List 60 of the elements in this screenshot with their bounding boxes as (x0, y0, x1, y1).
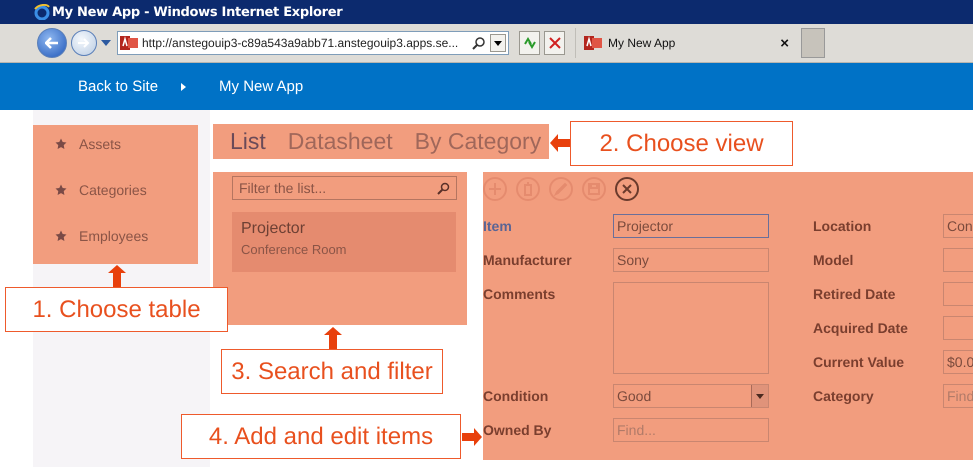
refresh-button[interactable] (519, 31, 540, 55)
stop-icon (548, 37, 560, 49)
input-field[interactable]: Sony (613, 248, 769, 272)
table-link[interactable]: Employees (33, 224, 198, 248)
forward-button[interactable] (71, 30, 97, 56)
right-arrow-icon (462, 428, 482, 446)
app-title-link[interactable]: My New App (219, 78, 304, 95)
address-dropdown-button[interactable] (490, 34, 506, 52)
search-icon[interactable] (472, 36, 486, 50)
callout-label: 4. Add and edit items (181, 414, 461, 459)
back-button[interactable] (37, 28, 67, 58)
browser-logo-icon (34, 4, 50, 20)
input-field[interactable]: Con (943, 214, 973, 238)
star-icon (55, 230, 67, 242)
field-label: Acquired Date (813, 319, 908, 338)
dropdown-icon[interactable] (101, 40, 111, 46)
field-label: Model (813, 251, 854, 270)
condition-dropdown[interactable]: Good (613, 384, 769, 408)
stop-button[interactable] (544, 31, 565, 55)
back-arrow-icon (45, 37, 59, 49)
field-label: Category (813, 387, 874, 406)
app-logo-icon (120, 35, 138, 51)
filter-field[interactable]: Filter the list... (232, 176, 457, 200)
field-label: Comments (483, 285, 556, 304)
forward-arrow-icon (78, 38, 90, 48)
close-button[interactable] (615, 177, 639, 201)
callout-label: 3. Search and filter (221, 349, 443, 394)
field-label: Location (813, 217, 872, 236)
close-icon (620, 182, 634, 196)
new-tab-button[interactable] (801, 28, 825, 58)
caret-icon (494, 40, 502, 46)
app-logo-icon (584, 35, 602, 51)
field-label: Condition (483, 387, 548, 406)
view-tab[interactable]: List (230, 128, 266, 155)
left-arrow-icon (550, 134, 570, 152)
up-arrow-icon (324, 327, 342, 349)
address-bar[interactable]: http://anstegouip3-c89a543a9abb71.anstegouip3.apps.se... (117, 31, 509, 55)
field-label: Item (483, 217, 512, 236)
callout-label: 2. Choose view (570, 121, 793, 166)
input-field[interactable]: Projector (613, 214, 769, 238)
view-tab[interactable]: Datasheet (288, 128, 393, 155)
table-link[interactable]: Assets (33, 132, 198, 156)
up-arrow-icon (108, 265, 126, 287)
refresh-icon (522, 36, 536, 50)
tab-title: My New App (608, 36, 676, 50)
field-label: Owned By (483, 421, 552, 440)
caret-icon (181, 82, 186, 90)
field-label: Retired Date (813, 285, 896, 304)
view-tab[interactable]: By Category (414, 128, 542, 155)
window-title: My New App - Windows Internet Explorer (52, 4, 342, 20)
star-icon (55, 138, 67, 150)
search-icon[interactable] (437, 182, 450, 194)
list-item[interactable]: Projector Conference Room (232, 212, 456, 272)
field-label: Manufacturer (483, 251, 572, 270)
table-link[interactable]: Categories (33, 178, 198, 202)
back-to-site-link[interactable]: Back to Site (78, 78, 158, 95)
field-label: Current Value (813, 353, 904, 372)
star-icon (55, 184, 67, 196)
tab-close-button[interactable]: × (780, 34, 789, 52)
callout-label: 1. Choose table (5, 287, 228, 332)
